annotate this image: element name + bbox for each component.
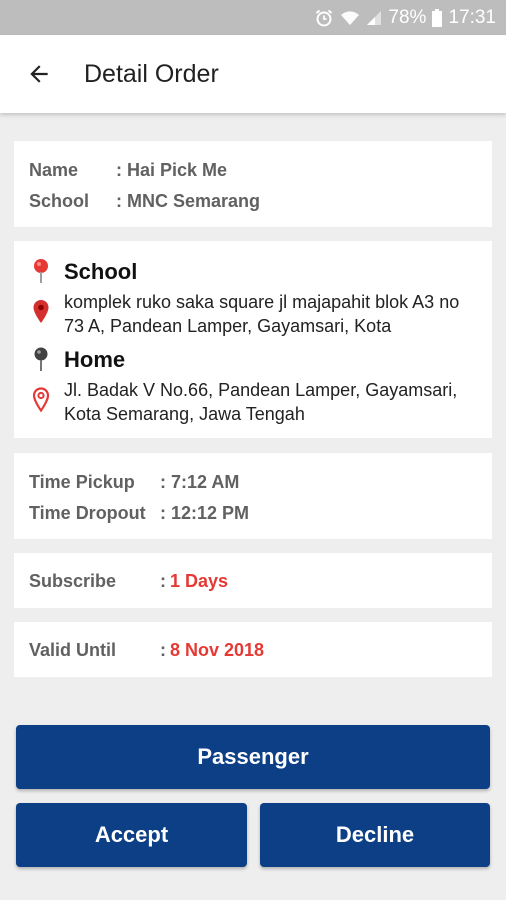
decline-button[interactable]: Decline bbox=[260, 803, 490, 867]
school-pushpin-icon bbox=[32, 258, 50, 289]
valid-until-row: Valid Until : 8 Nov 2018 bbox=[29, 640, 264, 661]
school-map-pin-icon bbox=[32, 299, 50, 330]
valid-until-label: Valid Until bbox=[29, 640, 117, 660]
alarm-icon bbox=[314, 8, 334, 28]
home-location-title: Home bbox=[64, 347, 126, 372]
dropout-row: Time Dropout : 12:12 PM bbox=[29, 503, 249, 524]
school-address: komplek ruko saka square jl majapahit bl… bbox=[64, 292, 460, 336]
status-bar: 78% 17:31 bbox=[0, 0, 506, 35]
valid-until-value: 8 Nov 2018 bbox=[170, 640, 265, 660]
subscribe-label: Subscribe bbox=[29, 571, 117, 591]
name-label: Name bbox=[29, 160, 79, 180]
school-label: School bbox=[29, 191, 90, 211]
dropout-value: : 12:12 PM bbox=[160, 503, 250, 523]
arrow-back-icon bbox=[30, 65, 48, 83]
subscribe-card: Subscribe : 1 Days bbox=[14, 553, 492, 608]
school-value: : MNC Semarang bbox=[116, 191, 261, 211]
battery-icon bbox=[432, 8, 443, 27]
battery-percent: 78% bbox=[388, 6, 427, 28]
page-title: Detail Order bbox=[84, 59, 219, 88]
school-location-title: School bbox=[64, 259, 138, 284]
back-button[interactable] bbox=[0, 35, 80, 113]
signal-icon bbox=[366, 10, 382, 26]
name-row: Name : Hai Pick Me bbox=[29, 160, 227, 181]
wifi-icon bbox=[340, 9, 360, 27]
status-time: 17:31 bbox=[448, 6, 496, 28]
time-card: Time Pickup : 7:12 AM Time Dropout : 12:… bbox=[14, 453, 492, 539]
pickup-row: Time Pickup : 7:12 AM bbox=[29, 472, 239, 493]
subscribe-value: 1 Days bbox=[170, 571, 229, 591]
home-address: Jl. Badak V No.66, Pandean Lamper, Gayam… bbox=[64, 380, 458, 424]
valid-until-colon: : bbox=[160, 640, 166, 660]
home-map-pin-icon bbox=[32, 387, 50, 418]
subscribe-row: Subscribe : 1 Days bbox=[29, 571, 228, 592]
subscribe-colon: : bbox=[160, 571, 166, 591]
student-info-card: Name : Hai Pick Me School : MNC Semarang bbox=[14, 141, 492, 227]
pickup-value: : 7:12 AM bbox=[160, 472, 240, 492]
pickup-label: Time Pickup bbox=[29, 472, 135, 492]
home-pushpin-icon bbox=[32, 346, 50, 377]
dropout-label: Time Dropout bbox=[29, 503, 146, 523]
accept-button[interactable]: Accept bbox=[16, 803, 247, 867]
passenger-button[interactable]: Passenger bbox=[16, 725, 490, 789]
name-value: : Hai Pick Me bbox=[116, 160, 228, 180]
locations-card: School komplek ruko saka square jl majap… bbox=[14, 241, 492, 438]
app-bar: Detail Order bbox=[0, 35, 506, 113]
school-row: School : MNC Semarang bbox=[29, 191, 260, 212]
valid-until-card: Valid Until : 8 Nov 2018 bbox=[14, 622, 492, 677]
